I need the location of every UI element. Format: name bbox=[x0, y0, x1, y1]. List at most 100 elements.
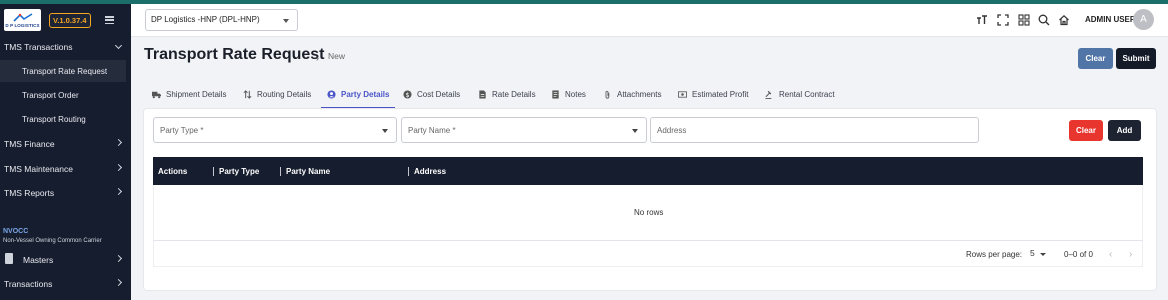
column-separator[interactable] bbox=[213, 167, 214, 176]
sidebar-item-tms-transactions[interactable]: TMS Transactions bbox=[0, 36, 131, 58]
sidebar-subitem-transport-order[interactable]: Transport Order bbox=[0, 84, 126, 106]
tab-notes[interactable]: Notes bbox=[551, 80, 586, 108]
column-header-party-name[interactable]: Party Name bbox=[286, 167, 330, 176]
next-page-button[interactable]: › bbox=[1129, 249, 1132, 260]
sidebar-item-label: TMS Transactions bbox=[4, 42, 73, 52]
tab-party-details[interactable]: Party Details bbox=[320, 80, 396, 109]
sidebar-item-label: Transport Order bbox=[22, 90, 79, 100]
truck-icon bbox=[152, 91, 161, 98]
avatar[interactable]: A bbox=[1133, 9, 1154, 30]
party-type-select[interactable]: Party Type * bbox=[153, 117, 397, 143]
sidebar-item-transactions[interactable]: Transactions bbox=[0, 273, 131, 295]
fullscreen-icon[interactable] bbox=[997, 14, 1009, 26]
sidebar-item-tms-reports[interactable]: TMS Reports bbox=[0, 182, 131, 204]
add-party-button[interactable]: Add bbox=[1108, 120, 1141, 141]
submit-button[interactable]: Submit bbox=[1116, 48, 1156, 69]
hamburger-menu-icon[interactable] bbox=[104, 16, 114, 24]
nvocc-section-title: NVOCC bbox=[3, 228, 29, 235]
home-icon[interactable] bbox=[1058, 14, 1070, 26]
top-bar: DP Logistics -HNP (DPL-HNP) ADMIN USER A bbox=[131, 4, 1168, 37]
chevron-right-icon bbox=[114, 187, 123, 196]
caret-down-icon bbox=[632, 129, 638, 133]
caret-down-icon bbox=[382, 129, 388, 133]
tab-label: Party Details bbox=[341, 89, 390, 99]
tab-label: Cost Details bbox=[417, 89, 461, 99]
tab-attachments[interactable]: Attachments bbox=[603, 80, 661, 108]
tab-label: Rate Details bbox=[492, 89, 536, 99]
tab-rental-contract[interactable]: Rental Contract bbox=[765, 80, 835, 108]
column-separator[interactable] bbox=[408, 167, 409, 176]
money-icon bbox=[678, 90, 687, 98]
sidebar-item-label: Transport Routing bbox=[22, 114, 86, 124]
tab-label: Estimated Profit bbox=[692, 89, 749, 99]
chevron-right-icon bbox=[114, 163, 123, 172]
tab-rate-details[interactable]: Rate Details bbox=[478, 80, 536, 108]
party-name-placeholder: Party Name * bbox=[408, 126, 456, 135]
company-logo: D P LOGISTICS bbox=[4, 9, 41, 31]
column-header-actions[interactable]: Actions bbox=[158, 167, 187, 176]
grid-header: Actions Party Type Party Name Address bbox=[153, 157, 1143, 185]
clear-button[interactable]: Clear bbox=[1078, 48, 1113, 69]
company-select-value: DP Logistics -HNP (DPL-HNP) bbox=[151, 15, 260, 24]
sidebar-item-label: Transactions bbox=[4, 279, 53, 289]
route-icon bbox=[243, 89, 252, 99]
chevron-right-icon bbox=[114, 254, 123, 263]
gavel-icon bbox=[765, 90, 772, 99]
address-placeholder: Address bbox=[657, 126, 687, 135]
tab-label: Attachments bbox=[617, 89, 662, 99]
sidebar-item-label: TMS Maintenance bbox=[4, 164, 73, 174]
sidebar-item-tms-finance[interactable]: TMS Finance bbox=[0, 133, 131, 155]
tab-label: Notes bbox=[565, 89, 586, 99]
chevron-right-icon bbox=[114, 278, 123, 287]
sidebar-header: D P LOGISTICS V.1.0.37.4 bbox=[0, 4, 131, 36]
tab-shipment-details[interactable]: Shipment Details bbox=[152, 80, 226, 108]
chevron-right-icon bbox=[114, 138, 123, 147]
no-rows-message: No rows bbox=[634, 208, 664, 217]
caret-down-icon bbox=[1040, 253, 1046, 256]
sidebar-item-label: TMS Reports bbox=[4, 188, 55, 198]
party-name-select[interactable]: Party Name * bbox=[401, 117, 647, 143]
note-icon bbox=[552, 89, 559, 99]
breadcrumb: New bbox=[328, 51, 346, 61]
text-size-icon[interactable] bbox=[976, 14, 988, 26]
column-header-address[interactable]: Address bbox=[414, 167, 446, 176]
version-badge: V.1.0.37.4 bbox=[49, 12, 91, 28]
apps-grid-icon[interactable] bbox=[1018, 14, 1030, 26]
invoice-icon bbox=[479, 89, 486, 99]
sidebar-item-label: Masters bbox=[23, 255, 54, 265]
sidebar-item-masters[interactable]: Masters bbox=[0, 249, 131, 271]
svg-text:$: $ bbox=[405, 91, 409, 98]
tab-routing-details[interactable]: Routing Details bbox=[243, 80, 311, 108]
tab-cost-details[interactable]: $ Cost Details bbox=[403, 80, 460, 108]
person-icon bbox=[327, 89, 336, 99]
logo-mark-icon bbox=[12, 12, 32, 22]
caret-down-icon bbox=[283, 19, 289, 23]
sidebar-subitem-transport-routing[interactable]: Transport Routing bbox=[0, 108, 126, 130]
rows-per-page-label: Rows per page: bbox=[966, 250, 1023, 259]
previous-page-button[interactable]: ‹ bbox=[1109, 249, 1112, 260]
sidebar-subitem-transport-rate-request[interactable]: Transport Rate Request bbox=[0, 60, 126, 82]
logo-text: D P LOGISTICS bbox=[5, 22, 40, 28]
sidebar-item-label: TMS Finance bbox=[4, 139, 55, 149]
address-input[interactable]: Address bbox=[650, 117, 979, 143]
dollar-icon: $ bbox=[403, 89, 412, 98]
tab-label: Routing Details bbox=[257, 89, 312, 99]
column-separator[interactable] bbox=[280, 167, 281, 176]
company-select[interactable]: DP Logistics -HNP (DPL-HNP) bbox=[145, 9, 298, 31]
clear-party-button[interactable]: Clear bbox=[1069, 120, 1103, 141]
tab-bar: Shipment Details Routing Details Party D… bbox=[144, 80, 1156, 109]
tab-label: Rental Contract bbox=[779, 89, 835, 99]
search-icon[interactable] bbox=[1038, 14, 1050, 26]
pagination-info: 0–0 of 0 bbox=[1064, 250, 1093, 259]
breadcrumb-chevron: › bbox=[316, 53, 319, 63]
paperclip-icon bbox=[605, 90, 610, 99]
tab-label: Shipment Details bbox=[166, 89, 227, 99]
document-icon bbox=[5, 253, 13, 264]
column-header-party-type[interactable]: Party Type bbox=[219, 167, 259, 176]
sidebar-item-tms-maintenance[interactable]: TMS Maintenance bbox=[0, 158, 131, 180]
party-type-placeholder: Party Type * bbox=[160, 126, 204, 135]
tab-estimated-profit[interactable]: Estimated Profit bbox=[678, 80, 748, 108]
nvocc-section-subtitle: Non-Vessel Owning Common Carrier bbox=[3, 238, 102, 244]
sidebar-item-label: Transport Rate Request bbox=[22, 66, 108, 76]
page-title: Transport Rate Request bbox=[144, 46, 325, 63]
